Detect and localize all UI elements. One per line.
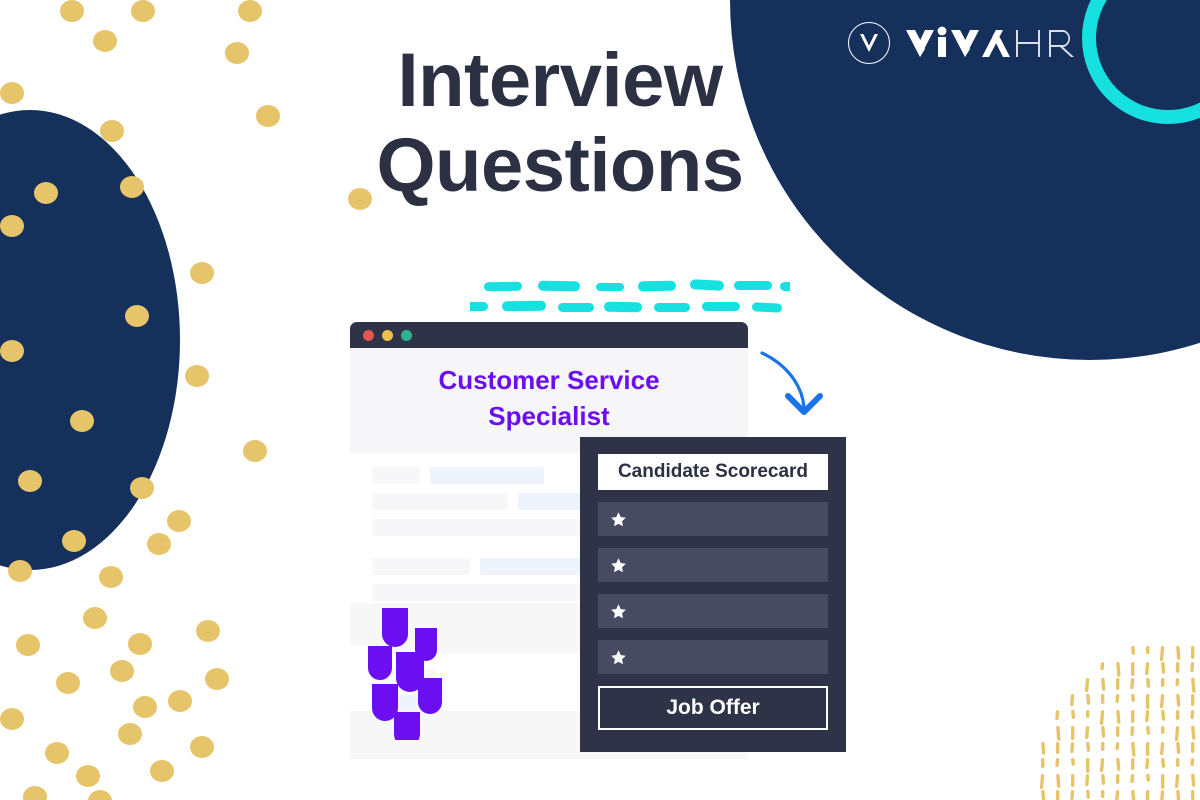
placeholder-bar bbox=[372, 557, 470, 575]
gold-dot bbox=[243, 440, 267, 462]
logo-wordmark bbox=[904, 23, 1094, 63]
gold-dot bbox=[205, 668, 229, 690]
job-title-line-1: Customer Service bbox=[438, 365, 660, 395]
gold-dot bbox=[16, 634, 40, 656]
job-offer-button[interactable]: Job Offer bbox=[598, 686, 828, 730]
gold-dot bbox=[88, 790, 112, 800]
traffic-light-close-icon[interactable] bbox=[363, 329, 374, 341]
placeholder-bar bbox=[372, 492, 508, 510]
placeholder-bar bbox=[430, 466, 544, 484]
gold-dot bbox=[150, 760, 174, 782]
scorecard-rating-row[interactable] bbox=[598, 548, 828, 582]
gold-dot bbox=[56, 672, 80, 694]
gold-dot bbox=[147, 533, 171, 555]
job-title-line-2: Specialist bbox=[488, 401, 610, 432]
star-icon[interactable] bbox=[610, 603, 627, 620]
gold-dot bbox=[60, 0, 84, 22]
gold-dot bbox=[185, 365, 209, 387]
gold-dot bbox=[110, 660, 134, 682]
gold-dot bbox=[76, 765, 100, 787]
page-title-line-1: Interview bbox=[397, 38, 723, 123]
gold-dot bbox=[23, 786, 47, 800]
star-icon[interactable] bbox=[610, 511, 627, 528]
gold-dot bbox=[93, 30, 117, 52]
gold-dot bbox=[196, 620, 220, 642]
placeholder-bar bbox=[372, 668, 436, 686]
scorecard-rating-row[interactable] bbox=[598, 640, 828, 674]
gold-dot bbox=[238, 0, 262, 22]
gold-dot bbox=[167, 510, 191, 532]
gold-dot bbox=[45, 742, 69, 764]
gold-dot bbox=[118, 723, 142, 745]
gold-dot bbox=[190, 736, 214, 758]
logo-mark-icon bbox=[848, 22, 890, 64]
gold-dot bbox=[225, 42, 249, 64]
traffic-light-minimize-icon[interactable] bbox=[382, 329, 393, 341]
browser-titlebar bbox=[350, 322, 748, 348]
traffic-light-maximize-icon[interactable] bbox=[401, 329, 412, 341]
star-icon[interactable] bbox=[610, 557, 627, 574]
cyan-dashed-underline bbox=[470, 279, 790, 313]
candidate-scorecard-panel: Candidate Scorecard Job Offer bbox=[580, 437, 846, 752]
page-title-line-2: Questions bbox=[376, 123, 744, 209]
placeholder-bar bbox=[372, 466, 420, 484]
gold-dot bbox=[99, 566, 123, 588]
curved-down-arrow-icon bbox=[760, 351, 823, 415]
page-title: Interview Questions bbox=[280, 38, 840, 208]
scorecard-rating-row[interactable] bbox=[598, 502, 828, 536]
gold-dot bbox=[131, 0, 155, 22]
poster-canvas: Interview Questions Customer Service Spe… bbox=[0, 0, 1200, 800]
gold-dot bbox=[256, 105, 280, 127]
vivahr-logo bbox=[848, 22, 1094, 64]
gold-dot bbox=[0, 82, 24, 104]
gold-dot bbox=[0, 708, 24, 730]
gold-dot bbox=[128, 633, 152, 655]
scorecard-rating-row[interactable] bbox=[598, 594, 828, 628]
gold-dot bbox=[133, 696, 157, 718]
gold-dash-pattern bbox=[1039, 645, 1196, 800]
placeholder-bar bbox=[372, 694, 442, 712]
star-icon[interactable] bbox=[610, 649, 627, 666]
gold-dot bbox=[83, 607, 107, 629]
gold-dot bbox=[168, 690, 192, 712]
navy-blob-left bbox=[0, 110, 180, 570]
scorecard-title: Candidate Scorecard bbox=[598, 454, 828, 490]
gold-dot bbox=[190, 262, 214, 284]
